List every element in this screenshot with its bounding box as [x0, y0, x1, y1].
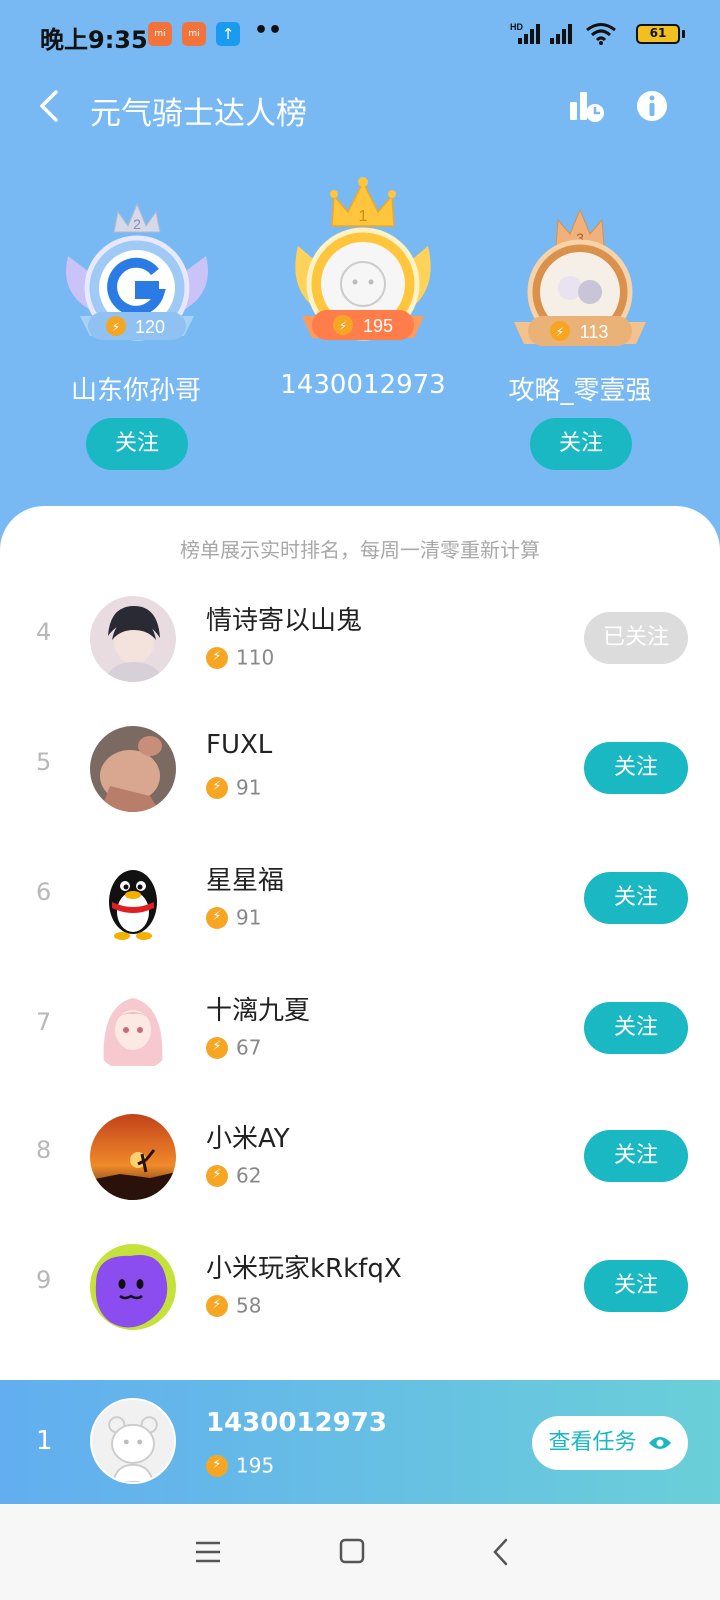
- stats-icon[interactable]: [566, 86, 606, 126]
- ranking-notice: 榜单展示实时排名，每周一清零重新计算: [180, 538, 540, 562]
- follow-button[interactable]: 关注: [584, 742, 688, 794]
- followed-button[interactable]: 已关注: [584, 612, 688, 664]
- purple-blob-avatar[interactable]: [90, 1244, 176, 1330]
- rank-number: 6: [36, 878, 52, 906]
- anime-girl-avatar[interactable]: [90, 986, 176, 1072]
- rank-2-score: 120: [135, 317, 165, 337]
- rank-number: 8: [36, 1136, 52, 1164]
- menu-icon[interactable]: [188, 1534, 228, 1570]
- user-name[interactable]: 十漓九夏: [206, 990, 310, 1027]
- more-notifications-indicator: ••: [254, 18, 283, 43]
- user-name[interactable]: 小米AY: [206, 1118, 290, 1155]
- anime-boy-avatar[interactable]: [90, 596, 176, 682]
- mi-notification-icon-2: mi: [182, 22, 206, 46]
- follow-button[interactable]: 关注: [584, 872, 688, 924]
- rank-1-badge[interactable]: 1 ⚡ 195: [288, 176, 438, 360]
- back-icon[interactable]: [482, 1534, 522, 1570]
- rank-number: 9: [36, 1266, 52, 1294]
- status-time: 晚上9:35: [40, 26, 148, 54]
- view-tasks-label: 查看任务: [548, 1430, 637, 1455]
- rank-number: 5: [36, 748, 52, 776]
- energy-icon: [206, 1454, 228, 1477]
- signal-icon: [550, 24, 572, 44]
- rank-1-score: 195: [363, 316, 393, 336]
- energy-icon: [206, 1294, 228, 1317]
- rank-number: 4: [36, 618, 52, 646]
- sunset-avatar[interactable]: [90, 1114, 176, 1200]
- rank-2-name[interactable]: 山东你孙哥: [26, 370, 246, 407]
- user-score: 62: [206, 1162, 261, 1188]
- svg-text:⚡: ⚡: [339, 319, 347, 333]
- energy-icon: [206, 1036, 228, 1059]
- penguin-avatar[interactable]: [90, 856, 176, 942]
- list-item[interactable]: 5 FUXL 91 关注: [0, 718, 720, 818]
- rank-2-number: 2: [133, 216, 141, 232]
- user-score: 58: [206, 1292, 261, 1318]
- rank-number: 7: [36, 1008, 52, 1036]
- rank-2-follow-button[interactable]: 关注: [86, 418, 188, 470]
- user-score: 110: [206, 644, 274, 670]
- list-item[interactable]: 4 情诗寄以山鬼 110 已关注: [0, 588, 720, 688]
- list-item[interactable]: 7 十漓九夏 67 关注: [0, 978, 720, 1078]
- svg-text:⚡: ⚡: [556, 325, 564, 339]
- home-icon[interactable]: [332, 1534, 372, 1570]
- rank-3-follow-button[interactable]: 关注: [530, 418, 632, 470]
- rank-3-name[interactable]: 攻略_零壹强: [470, 370, 690, 407]
- rank-2-badge[interactable]: 2 ⚡ 120: [58, 196, 216, 360]
- status-bar: 晚上9:35 mi mi ↑ •• HD 61: [0, 0, 720, 64]
- my-score: 195: [206, 1452, 274, 1478]
- energy-icon: [206, 646, 228, 669]
- back-arrow-icon[interactable]: [32, 86, 72, 126]
- my-rank-number: 1: [36, 1426, 53, 1456]
- energy-icon: [206, 776, 228, 799]
- user-score: 91: [206, 774, 261, 800]
- list-item[interactable]: 9 小米玩家kRkfqX 58 关注: [0, 1236, 720, 1336]
- list-item[interactable]: 6 星星福 91 关注: [0, 848, 720, 948]
- rank-1-name[interactable]: 1430012973: [253, 370, 473, 400]
- energy-icon: [206, 1164, 228, 1187]
- info-icon[interactable]: [632, 86, 672, 126]
- page-title: 元气骑士达人榜: [90, 96, 307, 132]
- hd-signal-icon: HD: [510, 22, 540, 44]
- user-name[interactable]: 小米玩家kRkfqX: [206, 1248, 402, 1285]
- user-name[interactable]: 星星福: [206, 860, 284, 897]
- my-rank-bar: 1 1430012973 195 查看任务: [0, 1380, 720, 1504]
- hd-label: HD: [510, 22, 523, 32]
- follow-button[interactable]: 关注: [584, 1260, 688, 1312]
- user-score: 91: [206, 904, 261, 930]
- rank-3-badge[interactable]: 3 ⚡ 113: [510, 206, 650, 360]
- upload-notification-icon: ↑: [216, 22, 240, 46]
- my-avatar[interactable]: [90, 1398, 176, 1484]
- hand-avatar[interactable]: [90, 726, 176, 812]
- view-tasks-button[interactable]: 查看任务: [532, 1416, 688, 1470]
- wifi-icon: [586, 23, 616, 45]
- rank-1-number: 1: [359, 208, 368, 225]
- user-name[interactable]: FUXL: [206, 730, 272, 760]
- user-name[interactable]: 情诗寄以山鬼: [206, 600, 362, 637]
- system-nav-bar: [0, 1504, 720, 1600]
- my-user-name: 1430012973: [206, 1408, 387, 1438]
- list-item[interactable]: 8 小米AY 62 关注: [0, 1106, 720, 1206]
- user-score: 67: [206, 1034, 261, 1060]
- mi-notification-icon: mi: [148, 22, 172, 46]
- follow-button[interactable]: 关注: [584, 1130, 688, 1182]
- follow-button[interactable]: 关注: [584, 1002, 688, 1054]
- battery-indicator: 61: [636, 24, 685, 44]
- svg-text:⚡: ⚡: [112, 320, 120, 334]
- energy-icon: [206, 906, 228, 929]
- eye-icon: [648, 1437, 671, 1449]
- rank-3-score: 113: [580, 322, 609, 342]
